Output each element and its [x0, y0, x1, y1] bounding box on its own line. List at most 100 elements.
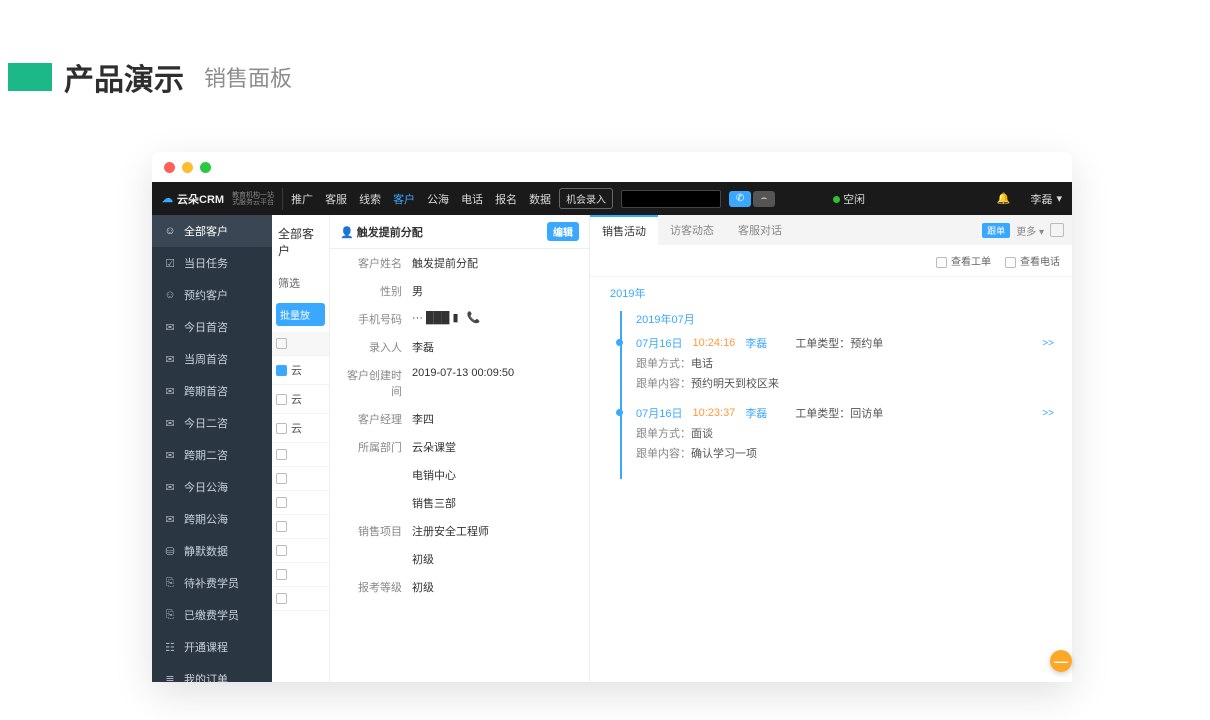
hangup-button[interactable]: ⌢	[753, 191, 775, 207]
sidebar-item-2[interactable]: ✉今日首咨	[152, 311, 272, 343]
list-row[interactable]	[272, 563, 329, 587]
filter-ticket[interactable]: 查看工单	[936, 253, 991, 268]
sidebar-icon: ☺	[164, 289, 176, 301]
entry-user: 李磊	[745, 335, 767, 351]
edit-button[interactable]: 编辑	[547, 222, 579, 241]
detail-value: 注册安全工程师	[412, 523, 489, 539]
nav-item-4[interactable]: 公海	[427, 191, 449, 207]
timeline-tab-0[interactable]: 销售活动	[590, 215, 658, 245]
checkbox[interactable]	[276, 473, 287, 484]
checkbox[interactable]	[276, 569, 287, 580]
list-row[interactable]	[272, 515, 329, 539]
detail-label: 性别	[340, 283, 412, 299]
batch-button[interactable]: 批量放	[276, 303, 325, 326]
close-icon[interactable]	[164, 162, 175, 173]
timeline-tab-1[interactable]: 访客动态	[658, 215, 726, 245]
person-icon: 👤	[340, 227, 354, 239]
followup-button[interactable]: 跟单	[982, 223, 1010, 238]
detail-label: 客户姓名	[340, 255, 412, 271]
sidebar-header[interactable]: ☺ 全部客户	[152, 215, 272, 247]
detail-value: ··· ███ ▮📞	[412, 311, 480, 327]
page-title-main: 产品演示	[64, 55, 184, 99]
popout-icon[interactable]	[1050, 223, 1064, 237]
user-menu[interactable]: 李磊 ▾	[1030, 191, 1062, 207]
checkbox[interactable]	[276, 423, 287, 434]
checkbox[interactable]	[276, 497, 287, 508]
checkbox[interactable]	[276, 521, 287, 532]
detail-value: 销售三部	[412, 495, 456, 511]
sidebar-item-10[interactable]: ⎘待补费学员	[152, 567, 272, 599]
sidebar-item-6[interactable]: ✉跨期二咨	[152, 439, 272, 471]
row-label: 云	[291, 420, 302, 436]
detail-row: 所属部门云朵课堂	[330, 433, 589, 461]
bell-icon[interactable]: 🔔	[997, 192, 1011, 205]
list-row[interactable]: 云	[272, 385, 329, 414]
call-button[interactable]: ✆	[729, 191, 751, 207]
sidebar-item-7[interactable]: ✉今日公海	[152, 471, 272, 503]
checkbox[interactable]	[276, 449, 287, 460]
sidebar-item-label: 我的订单	[184, 671, 228, 682]
sidebar-item-8[interactable]: ✉跨期公海	[152, 503, 272, 535]
sidebar-item-13[interactable]: ≣我的订单	[152, 663, 272, 682]
checkbox[interactable]	[276, 593, 287, 604]
nav-item-2[interactable]: 线索	[359, 191, 381, 207]
nav-item-7[interactable]: 数据	[529, 191, 551, 207]
nav-item-6[interactable]: 报名	[495, 191, 517, 207]
sidebar: ☺ 全部客户 ☑当日任务☺预约客户✉今日首咨✉当周首咨✉跨期首咨✉今日二咨✉跨期…	[152, 215, 272, 682]
filter-label[interactable]: 筛选	[272, 269, 329, 297]
sidebar-item-label: 静默数据	[184, 543, 228, 559]
row-label: 云	[291, 391, 302, 407]
page-header: 产品演示 销售面板	[8, 55, 292, 99]
entry-expand[interactable]: >>	[1042, 408, 1054, 419]
nav-item-1[interactable]: 客服	[325, 191, 347, 207]
list-row[interactable]: 云	[272, 356, 329, 385]
sidebar-item-12[interactable]: ☷开通课程	[152, 631, 272, 663]
help-bubble[interactable]: —	[1050, 650, 1072, 672]
sidebar-item-5[interactable]: ✉今日二咨	[152, 407, 272, 439]
minimize-icon[interactable]	[182, 162, 193, 173]
sidebar-item-11[interactable]: ⎘已缴费学员	[152, 599, 272, 631]
sidebar-item-4[interactable]: ✉跨期首咨	[152, 375, 272, 407]
nav-item-0[interactable]: 推广	[291, 191, 313, 207]
detail-row: 手机号码··· ███ ▮📞	[330, 305, 589, 333]
opportunity-button[interactable]: 机会录入	[559, 188, 613, 209]
checkbox[interactable]	[276, 394, 287, 405]
filter-call[interactable]: 查看电话	[1005, 253, 1060, 268]
timeline-tab-2[interactable]: 客服对话	[726, 215, 794, 245]
list-row[interactable]	[272, 443, 329, 467]
sidebar-item-0[interactable]: ☑当日任务	[152, 247, 272, 279]
nav-item-3[interactable]: 客户	[393, 191, 415, 207]
list-row[interactable]	[272, 587, 329, 611]
app-topbar: ☁ 云朵CRM 教育机构一站 式服务云平台 推广客服线索客户公海电话报名数据 机…	[152, 182, 1072, 215]
sidebar-item-label: 跨期首咨	[184, 383, 228, 399]
sidebar-item-9[interactable]: ⛁静默数据	[152, 535, 272, 567]
phone-icon[interactable]: 📞	[467, 312, 481, 324]
maximize-icon[interactable]	[200, 162, 211, 173]
month-label: 2019年07月	[636, 311, 1054, 327]
status-dot-icon	[833, 196, 840, 203]
list-row[interactable]	[272, 491, 329, 515]
checkbox[interactable]	[276, 545, 287, 556]
checkbox[interactable]	[936, 257, 947, 268]
search-input[interactable]	[621, 190, 721, 208]
detail-row: 报考等级初级	[330, 573, 589, 601]
entry-head: 07月16日10:23:37李磊工单类型：回访单>>	[636, 405, 1054, 421]
list-row[interactable]	[272, 467, 329, 491]
timeline-tools: 跟单 更多 ▾	[982, 223, 1072, 238]
checkbox[interactable]	[276, 338, 287, 349]
entry-expand[interactable]: >>	[1042, 338, 1054, 349]
entry-line: 跟单方式：电话	[636, 355, 1054, 371]
list-row[interactable]	[272, 539, 329, 563]
sidebar-item-1[interactable]: ☺预约客户	[152, 279, 272, 311]
checkbox[interactable]	[276, 365, 287, 376]
sidebar-icon: ✉	[164, 353, 176, 366]
list-row[interactable]: 云	[272, 414, 329, 443]
nav-item-5[interactable]: 电话	[461, 191, 483, 207]
sidebar-item-3[interactable]: ✉当周首咨	[152, 343, 272, 375]
sidebar-item-label: 今日公海	[184, 479, 228, 495]
filter-ticket-label: 查看工单	[951, 257, 991, 268]
checkbox[interactable]	[1005, 257, 1016, 268]
sidebar-item-label: 跨期二咨	[184, 447, 228, 463]
more-menu[interactable]: 更多 ▾	[1016, 223, 1044, 238]
sidebar-icon: ⎘	[164, 609, 176, 622]
